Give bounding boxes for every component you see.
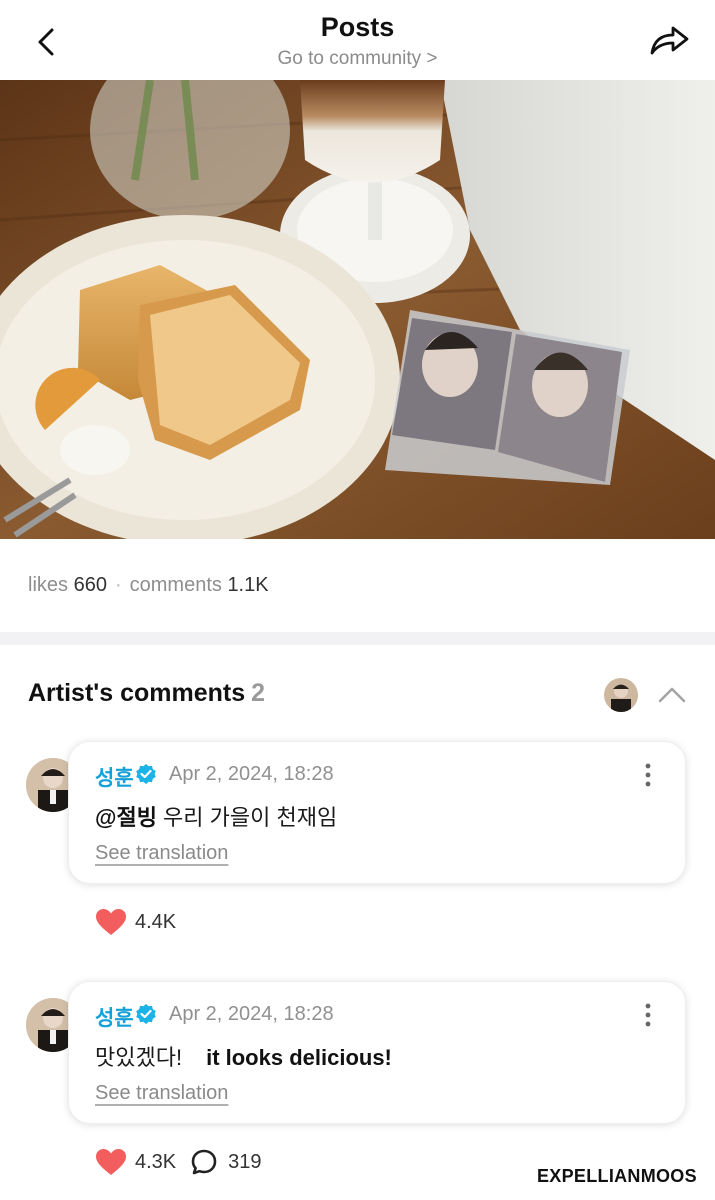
top-bar: Posts Go to community > [0, 0, 715, 80]
likes-count[interactable]: 660 [74, 574, 107, 596]
more-options-icon[interactable] [639, 1002, 657, 1028]
comment-reactions: 4.4K [95, 906, 176, 938]
comment-author[interactable]: 성훈 [95, 762, 134, 792]
likes-label: likes [28, 574, 69, 596]
photo-illustration [0, 80, 715, 539]
like-count: 4.4K [135, 910, 177, 933]
comment-text: 맛있겠다! [95, 1045, 183, 1070]
reply-count: 319 [228, 1150, 262, 1173]
comments-count[interactable]: 1.1K [227, 574, 268, 596]
post-stats: likes 660 · comments 1.1K [28, 574, 269, 597]
comment-body: @절빙 우리 가을이 천재임 [95, 800, 337, 832]
comments-label: comments [129, 574, 222, 596]
comment-date: Apr 2, 2024, 18:28 [169, 763, 334, 785]
verified-badge-icon [136, 1004, 156, 1024]
chevron-up-icon[interactable] [656, 684, 688, 706]
go-to-community-link[interactable]: Go to community > [0, 48, 715, 70]
comment-card[interactable]: 성훈 Apr 2, 2024, 18:28 @절빙 우리 가을이 천재임 See… [68, 741, 686, 884]
comment-reactions: 4.3K 319 [95, 1146, 262, 1178]
comment-translation-overlay: it looks delicious! [206, 1045, 392, 1070]
comment-body: 맛있겠다! it looks delicious! [95, 1040, 392, 1072]
comment-date: Apr 2, 2024, 18:28 [169, 1003, 334, 1025]
artist-comments-heading: Artist's comments 2 [28, 679, 265, 708]
share-icon[interactable] [646, 20, 692, 60]
reply-bubble-icon[interactable] [190, 1148, 218, 1176]
see-translation-link[interactable]: See translation [95, 842, 228, 865]
post-photo[interactable] [0, 80, 715, 539]
section-divider [0, 632, 715, 645]
artist-comments-count: 2 [251, 679, 266, 707]
comment-author[interactable]: 성훈 [95, 1002, 134, 1032]
mention-link[interactable]: @절빙 [95, 805, 157, 830]
stats-separator: · [114, 574, 122, 596]
comment-text: 우리 가을이 천재임 [156, 805, 338, 830]
more-options-icon[interactable] [639, 762, 657, 788]
watermark: EXPELLIANMOOS [537, 1166, 697, 1186]
see-translation-link[interactable]: See translation [95, 1082, 228, 1105]
comment-card[interactable]: 성훈 Apr 2, 2024, 18:28 맛있겠다! it looks deli… [68, 981, 686, 1124]
verified-badge-icon [136, 764, 156, 784]
artist-comments-title: Artist's comments [28, 679, 246, 707]
page-title: Posts [320, 12, 395, 42]
heart-icon[interactable] [95, 1148, 127, 1176]
artist-avatar-small[interactable] [604, 678, 638, 712]
like-count: 4.3K [135, 1150, 177, 1173]
heart-icon[interactable] [95, 908, 127, 936]
